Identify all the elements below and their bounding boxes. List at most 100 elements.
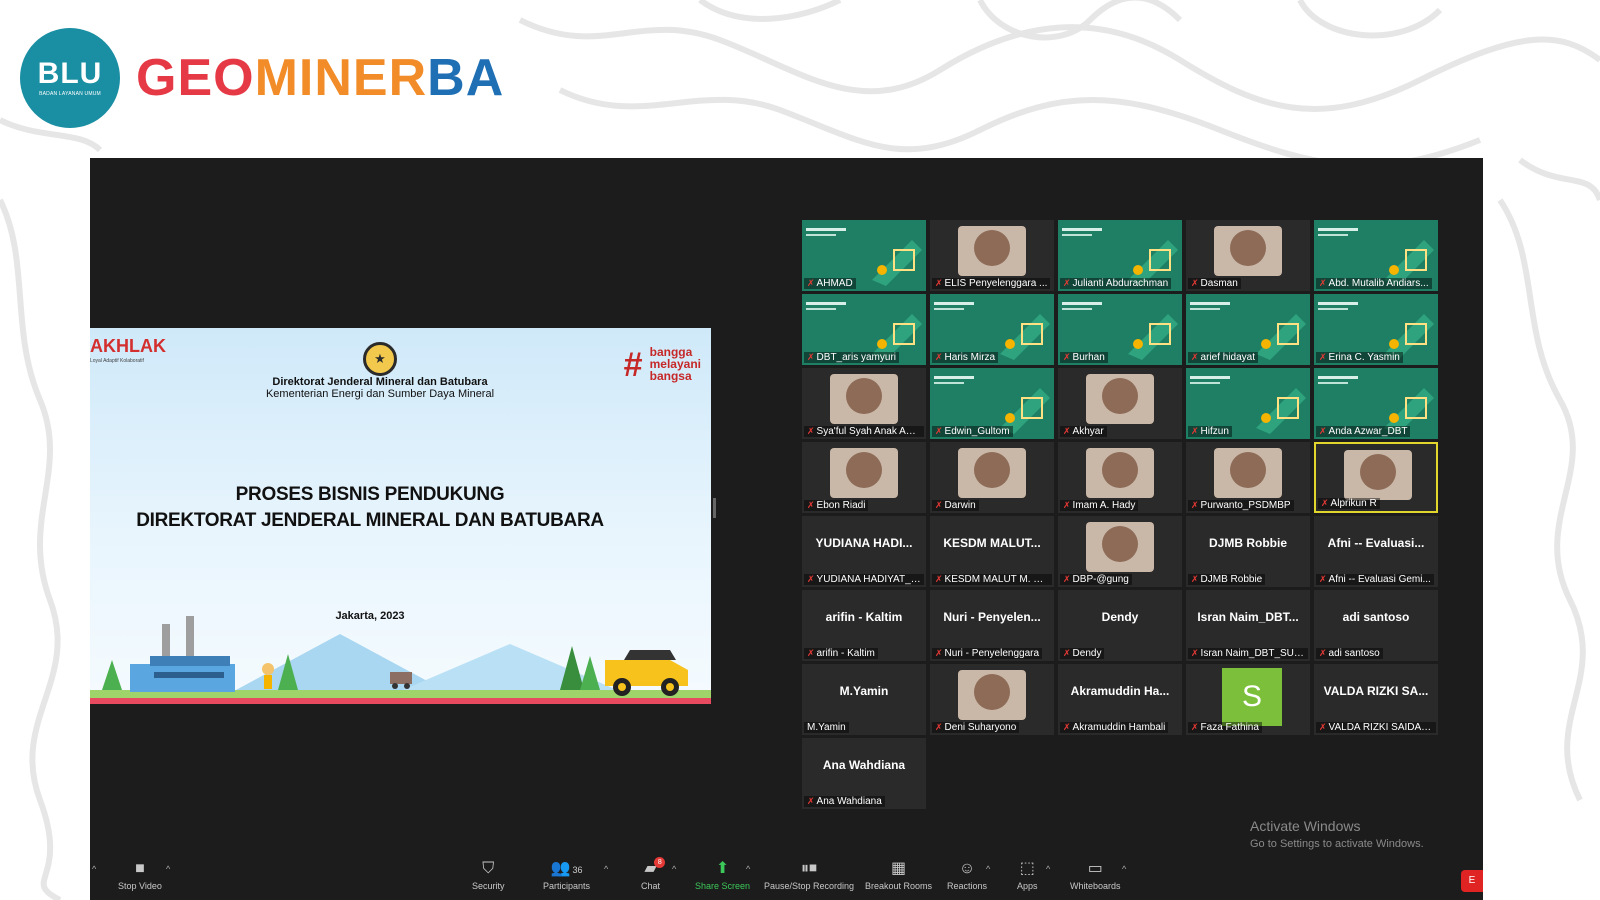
participant-tile[interactable]: DJMB Robbie ✗ DJMB Robbie — [1186, 516, 1310, 587]
participant-tile[interactable]: ✗ Darwin — [930, 442, 1054, 513]
participant-tile[interactable]: ✗ Imam A. Hady — [1058, 442, 1182, 513]
reactions-options-caret[interactable]: ^ — [986, 864, 990, 874]
participant-name-label: ✗ Akramuddin Hambali — [1060, 722, 1169, 733]
participant-face — [1102, 452, 1138, 488]
participant-tile[interactable]: YUDIANA HADI... ✗ YUDIANA HADIYAT_PP... — [802, 516, 926, 587]
muted-mic-icon: ✗ — [1191, 352, 1199, 362]
participant-tile[interactable]: ✗ Haris Mirza — [930, 294, 1054, 365]
participant-face — [974, 674, 1010, 710]
breakout-rooms-icon: ▦ — [890, 860, 907, 877]
participant-name: Ebon Riadi — [816, 500, 866, 511]
participant-face — [846, 378, 882, 414]
participant-name: Sya'ful Syah Anak Am... — [816, 426, 923, 437]
participant-tile[interactable]: Ana Wahdiana ✗ Ana Wahdiana — [802, 738, 926, 809]
video-options-caret[interactable]: ^ — [166, 864, 170, 874]
chat-options-caret[interactable]: ^ — [672, 864, 676, 874]
participant-tile[interactable]: ✗ DBP-@gung — [1058, 516, 1182, 587]
security-button[interactable]: ⛉ Security — [472, 860, 505, 891]
shared-screen-slide[interactable]: AKHLAK Loyal Adaptif Kolaboratif ★ Direk… — [90, 328, 711, 704]
participant-name: DJMB Robbie — [1200, 574, 1263, 585]
participant-tile[interactable]: ✗ Abd. Mutalib Andiars... — [1314, 220, 1438, 291]
reactions-button[interactable]: ☺ Reactions — [947, 860, 987, 891]
participant-name: Ana Wahdiana — [816, 796, 882, 807]
participant-tile[interactable]: M.Yamin M.Yamin — [802, 664, 926, 735]
participant-name: Alprikun R — [1330, 498, 1377, 509]
participant-tile[interactable]: Akramuddin Ha... ✗ Akramuddin Hambali — [1058, 664, 1182, 735]
participant-name: Dendy — [1072, 648, 1102, 659]
share-screen-icon: ⬆ — [715, 860, 730, 877]
split-view-divider[interactable] — [713, 498, 716, 518]
participant-tile[interactable]: ✗ Alprikun R — [1314, 442, 1438, 513]
participant-display-name: DJMB Robbie — [1209, 536, 1287, 550]
hashtag-icon: # — [623, 346, 643, 384]
participant-tile[interactable]: Afni -- Evaluasi... ✗ Afni -- Evaluasi Gem… — [1314, 516, 1438, 587]
participant-name-label: ✗ DBP-@gung — [1060, 574, 1132, 585]
share-screen-button[interactable]: ⬆ Share Screen — [695, 860, 750, 891]
whiteboards-button[interactable]: ▭ Whiteboards — [1070, 860, 1121, 891]
brand-geo: GEO — [136, 49, 255, 107]
participant-name-label: ✗ Anda Azwar_DBT — [1316, 426, 1411, 437]
chat-button[interactable]: ▰ 8 Chat — [641, 857, 666, 891]
participant-tile[interactable]: Isran Naim_DBT... ✗ Isran Naim_DBT_SULT... — [1186, 590, 1310, 661]
participant-tile[interactable]: adi santoso ✗ adi santoso — [1314, 590, 1438, 661]
participant-name-label: ✗ adi santoso — [1316, 648, 1383, 659]
muted-mic-icon: ✗ — [935, 426, 943, 436]
participant-tile[interactable]: ✗ DBT_aris yamyuri — [802, 294, 926, 365]
participant-tile[interactable]: ✗ Ebon Riadi — [802, 442, 926, 513]
participant-tile[interactable]: Nuri - Penyelen... ✗ Nuri - Penyelenggara — [930, 590, 1054, 661]
share-options-caret[interactable]: ^ — [746, 864, 750, 874]
apps-options-caret[interactable]: ^ — [1046, 864, 1050, 874]
participant-tile[interactable]: ✗ Hifzun — [1186, 368, 1310, 439]
participant-tile[interactable]: KESDM MALUT... ✗ KESDM MALUT M. RI... — [930, 516, 1054, 587]
akhlak-logo: AKHLAK — [90, 336, 166, 356]
participant-tile[interactable]: ✗ AHMAD — [802, 220, 926, 291]
participant-name-label: ✗ Faza Fathina — [1188, 722, 1262, 733]
participant-name-label: ✗ Burhan — [1060, 352, 1108, 363]
participants-button[interactable]: 👥 36 Participants — [543, 860, 590, 891]
muted-mic-icon: ✗ — [1321, 498, 1329, 508]
apps-button[interactable]: ⬚ Apps — [1017, 860, 1038, 891]
slide-title-line-2: DIREKTORAT JENDERAL MINERAL DAN BATUBARA — [136, 510, 604, 531]
breakout-rooms-button[interactable]: ▦ Breakout Rooms — [865, 860, 932, 891]
participant-name-label: ✗ Julianti Abdurachman — [1060, 278, 1172, 289]
participant-name: DBP-@gung — [1072, 574, 1129, 585]
muted-mic-icon: ✗ — [935, 500, 943, 510]
participant-tile[interactable]: ✗ Purwanto_PSDMBP — [1186, 442, 1310, 513]
participant-tile[interactable]: ✗ arief hidayat — [1186, 294, 1310, 365]
participant-tile[interactable]: ✗ Julianti Abdurachman — [1058, 220, 1182, 291]
muted-mic-icon: ✗ — [807, 278, 815, 288]
participant-tile[interactable]: ✗ Sya'ful Syah Anak Am... — [802, 368, 926, 439]
participant-name: DBT_aris yamyuri — [816, 352, 897, 363]
participant-tile[interactable]: VALDA RIZKI SA... ✗ VALDA RIZKI SAIDAH ... — [1314, 664, 1438, 735]
participant-name: Erina C. Yasmin — [1328, 352, 1400, 363]
participant-tile[interactable]: S ✗ Faza Fathina — [1186, 664, 1310, 735]
participants-options-caret[interactable]: ^ — [604, 864, 608, 874]
participant-tile[interactable]: arifin - Kaltim ✗ arifin - Kaltim — [802, 590, 926, 661]
muted-mic-icon: ✗ — [1191, 722, 1199, 732]
whiteboards-options-caret[interactable]: ^ — [1122, 864, 1126, 874]
audio-options-caret[interactable]: ^ — [92, 864, 96, 874]
participant-face — [1230, 230, 1266, 266]
end-meeting-button[interactable]: E — [1461, 870, 1483, 892]
participant-tile[interactable]: ✗ Erina C. Yasmin — [1314, 294, 1438, 365]
participant-name-label: ✗ Imam A. Hady — [1060, 500, 1139, 511]
stop-video-button[interactable]: ■ Stop Video — [118, 860, 162, 891]
participant-tile[interactable]: ✗ ELIS Penyelenggara ... — [930, 220, 1054, 291]
muted-mic-icon: ✗ — [1191, 648, 1199, 658]
participant-tile[interactable]: ✗ Burhan — [1058, 294, 1182, 365]
participant-tile[interactable]: ✗ Edwin_Gultom — [930, 368, 1054, 439]
org-line-2: Kementerian Energi dan Sumber Daya Miner… — [265, 388, 495, 400]
participant-face — [846, 452, 882, 488]
recording-button[interactable]: ⏸⏹ Pause/Stop Recording — [764, 860, 854, 891]
participant-tile[interactable]: ✗ Dasman — [1186, 220, 1310, 291]
participant-tile[interactable]: ✗ Akhyar — [1058, 368, 1182, 439]
participant-name: Imam A. Hady — [1072, 500, 1136, 511]
participant-tile[interactable]: ✗ Deni Suharyono — [930, 664, 1054, 735]
tagline-3: bangsa — [649, 369, 692, 383]
participant-tile[interactable]: Dendy ✗ Dendy — [1058, 590, 1182, 661]
participant-tile[interactable]: ✗ Anda Azwar_DBT — [1314, 368, 1438, 439]
participants-icon: 👥 36 — [550, 860, 583, 877]
participants-label: Participants — [543, 881, 591, 891]
muted-mic-icon: ✗ — [1063, 278, 1071, 288]
participant-name-label: ✗ Purwanto_PSDMBP — [1188, 500, 1294, 511]
